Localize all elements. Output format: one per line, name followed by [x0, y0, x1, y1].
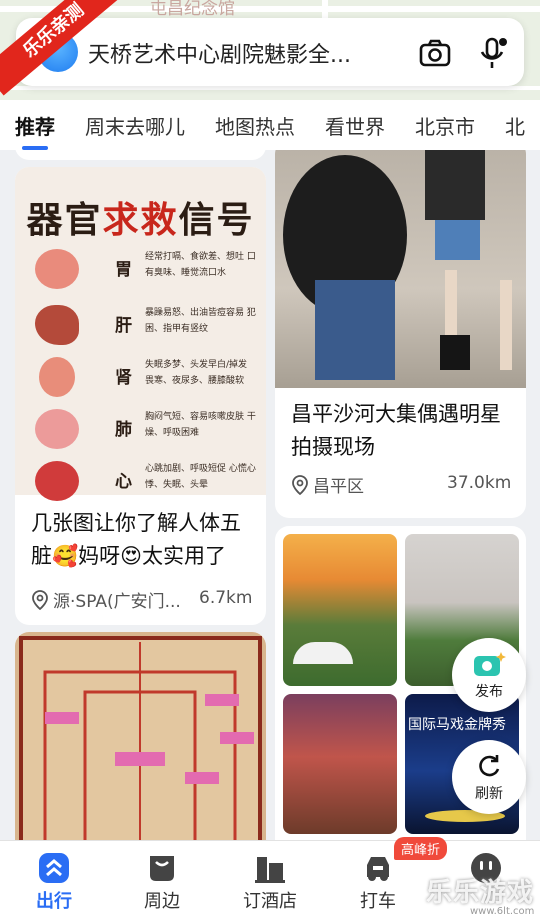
card-title[interactable]: 昌平沙河大集偶遇明星拍摄现场 [291, 398, 515, 464]
card-title[interactable]: 几张图让你了解人体五脏🥰妈呀😍太实用了 [31, 507, 255, 573]
infographic-heading: 器官求救信号 [26, 200, 255, 241]
organ-row-heart: 心 心跳加剧、呼吸短促 心慌心悸、失眠、头晕 [35, 457, 256, 509]
chevrons-up-icon [39, 853, 69, 883]
card-distance: 37.0km [447, 473, 512, 493]
liver-icon [35, 305, 79, 345]
kidney-icon [39, 357, 75, 397]
location-pin-icon [292, 474, 308, 495]
nav-taxi[interactable]: 高峰折 打车 [324, 837, 448, 924]
card-location: 源·SPA(广安门... [31, 587, 181, 612]
tab-beijing[interactable]: 北京市 [400, 111, 490, 140]
feed-card-star-sighting[interactable]: 昌平沙河大集偶遇明星拍摄现场 昌平区 37.0km [275, 150, 526, 518]
card-location: 昌平区 [291, 472, 364, 497]
organ-row-lung: 肺 胸闷气短、容易咳嗽皮肤 干燥、呼吸困难 [35, 405, 256, 457]
brand-watermark-url: www.6lt.com [470, 906, 535, 917]
refresh-button[interactable]: 刷新 [452, 740, 526, 814]
circus-caption: 国际马戏金牌秀 [408, 717, 506, 733]
refresh-icon [479, 755, 500, 777]
search-bar[interactable]: 天桥艺术中心剧院魅影全... [16, 18, 524, 86]
organ-row-kidney: 肾 失眠多梦、头发早白/掉发 畏寒、夜尿多、腰膝酸软 [35, 353, 255, 405]
street-photo-figures [283, 150, 512, 380]
car-icon [367, 857, 389, 881]
tab-recommend[interactable]: 推荐 [0, 111, 70, 150]
category-tabs: 推荐 周末去哪儿 地图热点 看世界 北京市 北 [0, 100, 540, 150]
organ-row-liver: 肝 暴躁易怒、出油皆痘容易 犯困、指甲有竖纹 [35, 301, 256, 353]
heart-icon [35, 461, 79, 501]
tab-weekend[interactable]: 周末去哪儿 [70, 111, 200, 140]
palace-map-image [15, 632, 266, 840]
search-input[interactable]: 天桥艺术中心剧院魅影全... [88, 37, 388, 69]
organ-row-stomach: 胃 经常打嗝、食欲差、想吐 口有臭味、睡觉流口水 [35, 245, 256, 297]
brand-watermark: 乐乐游戏 [426, 878, 535, 908]
palace-map-drawing [19, 636, 262, 840]
camera-plus-icon [474, 652, 506, 676]
stomach-icon [35, 249, 79, 289]
street-photo [275, 150, 526, 388]
lung-icon [35, 409, 79, 449]
feed-card-palace-map[interactable] [15, 632, 266, 840]
microphone-icon[interactable] [476, 36, 510, 70]
nav-travel[interactable]: 出行 [0, 841, 108, 924]
tab-map-hot[interactable]: 地图热点 [200, 111, 310, 140]
tab-next-partial[interactable]: 北 [490, 111, 540, 140]
camera-icon[interactable] [418, 36, 452, 70]
nav-hotel[interactable]: 订酒店 [216, 841, 324, 924]
location-pin-icon [32, 589, 48, 610]
bag-icon [150, 856, 174, 881]
hotel-icon [255, 857, 285, 883]
map-poi-label[interactable]: 屯昌纪念馆 [150, 0, 235, 19]
publish-button[interactable]: 发布 [452, 638, 526, 712]
card-distance: 6.7km [199, 588, 253, 608]
sunset-park-photo [283, 534, 397, 686]
buffet-photo [283, 694, 397, 834]
content-feed[interactable]: 器官求救信号 胃 经常打嗝、食欲差、想吐 口有臭味、睡觉流口水 肝 暴躁易怒、出… [0, 150, 540, 840]
tab-world[interactable]: 看世界 [310, 111, 400, 140]
organs-infographic: 器官求救信号 胃 经常打嗝、食欲差、想吐 口有臭味、睡觉流口水 肝 暴躁易怒、出… [15, 167, 266, 501]
feed-card-organs[interactable]: 器官求救信号 胃 经常打嗝、食欲差、想吐 口有臭味、睡觉流口水 肝 暴躁易怒、出… [15, 167, 266, 625]
nav-nearby[interactable]: 周边 [108, 841, 216, 924]
previous-card-bottom[interactable] [15, 150, 266, 160]
